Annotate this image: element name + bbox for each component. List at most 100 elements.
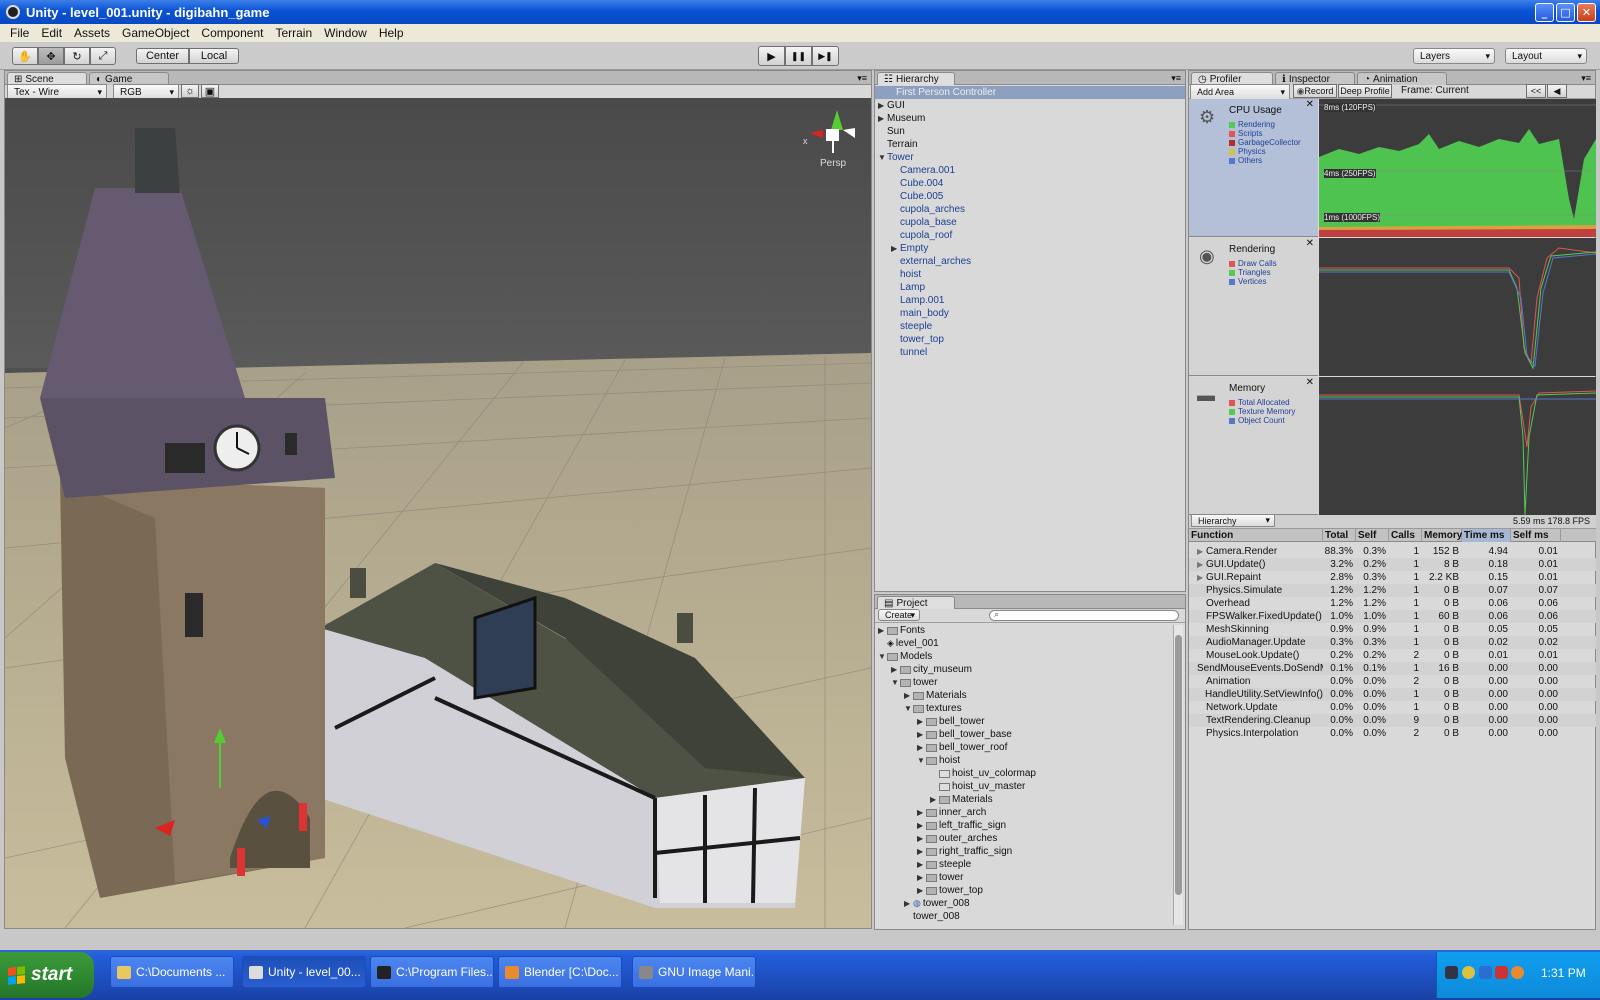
expanded-arrow-icon[interactable]: ▼	[891, 678, 900, 687]
profiler-row[interactable]: Animation0.0%0.0%20 B0.000.00	[1189, 675, 1596, 688]
hierarchy-item[interactable]: Lamp.001	[891, 294, 944, 307]
col-calls[interactable]: Calls	[1389, 529, 1422, 542]
rendering-graph[interactable]	[1319, 238, 1596, 376]
create-dropdown[interactable]: Create	[878, 609, 920, 621]
profiler-row[interactable]: ▶Camera.Render88.3%0.3%1152 B4.940.01	[1189, 545, 1596, 558]
collapsed-arrow-icon[interactable]: ▶	[917, 834, 926, 843]
taskbar-button[interactable]: GNU Image Mani...	[632, 956, 756, 988]
menu-window[interactable]: Window	[318, 26, 373, 40]
project-item[interactable]: ▶bell_tower_roof	[917, 741, 1007, 754]
project-item[interactable]: ▼textures	[904, 702, 962, 715]
collapsed-arrow-icon[interactable]: ▶	[904, 691, 913, 700]
col-self-ms[interactable]: Self ms	[1511, 529, 1561, 542]
collapsed-arrow-icon[interactable]: ▶	[917, 886, 926, 895]
close-rendering-area-icon[interactable]: ✕	[1306, 238, 1314, 249]
collapsed-arrow-icon[interactable]: ▶	[878, 114, 887, 123]
collapsed-arrow-icon[interactable]: ▶	[878, 626, 887, 635]
project-item[interactable]: tower_008	[904, 910, 960, 923]
scene-viewport[interactable]: Persp x	[5, 98, 871, 928]
legend-object-count[interactable]: Object Count	[1238, 416, 1285, 425]
hierarchy-item[interactable]: hoist	[891, 268, 921, 281]
project-item[interactable]: ▶Materials	[904, 689, 967, 702]
project-item[interactable]: ▶left_traffic_sign	[917, 819, 1006, 832]
legend-triangles[interactable]: Triangles	[1238, 268, 1271, 277]
hierarchy-item[interactable]: ▶GUI	[878, 99, 905, 112]
collapsed-arrow-icon[interactable]: ▶	[1197, 560, 1206, 569]
collapsed-arrow-icon[interactable]: ▶	[917, 873, 926, 882]
profiler-row[interactable]: AudioManager.Update0.3%0.3%10 B0.020.02	[1189, 636, 1596, 649]
hand-tool-button[interactable]: ✋	[12, 47, 38, 65]
hierarchy-item[interactable]: Cube.004	[891, 177, 943, 190]
collapsed-arrow-icon[interactable]: ▶	[878, 101, 887, 110]
maximize-button[interactable]: □	[1556, 3, 1575, 22]
menu-file[interactable]: File	[4, 26, 35, 40]
collapsed-arrow-icon[interactable]: ▶	[1197, 573, 1206, 582]
view-mode-dropdown[interactable]: Hierarchy	[1191, 514, 1275, 527]
menu-edit[interactable]: Edit	[35, 26, 68, 40]
tab-hierarchy[interactable]: ☷Hierarchy	[877, 72, 955, 85]
hierarchy-item[interactable]: external_arches	[891, 255, 971, 268]
collapsed-arrow-icon[interactable]: ▶	[930, 795, 939, 804]
taskbar-button[interactable]: C:\Program Files...	[370, 956, 494, 988]
lighting-toggle[interactable]: ☼	[181, 84, 199, 98]
profiler-row[interactable]: ▶GUI.Update()3.2%0.2%18 B0.180.01	[1189, 558, 1596, 571]
expanded-arrow-icon[interactable]: ▼	[878, 652, 887, 661]
update-tray-icon[interactable]	[1511, 966, 1524, 979]
col-memory[interactable]: Memory	[1422, 529, 1462, 542]
legend-scripts[interactable]: Scripts	[1238, 129, 1262, 138]
taskbar-button[interactable]: Blender [C:\Doc...	[498, 956, 622, 988]
hierarchy-item[interactable]: Terrain	[878, 138, 918, 151]
collapsed-arrow-icon[interactable]: ▶	[917, 821, 926, 830]
project-item[interactable]: ▶Fonts	[878, 624, 925, 637]
project-item[interactable]: ▶tower	[917, 871, 963, 884]
project-search-input[interactable]: ⌕	[989, 610, 1179, 621]
project-item[interactable]: ▶bell_tower	[917, 715, 985, 728]
hierarchy-item[interactable]: Lamp	[891, 281, 925, 294]
rendering-area[interactable]: ◉ Rendering ✕ Draw Calls Triangles Verti…	[1189, 238, 1318, 376]
hierarchy-item[interactable]: ▼Tower	[878, 151, 914, 164]
network-tray-icon[interactable]	[1462, 966, 1475, 979]
hierarchy-item[interactable]: ▶Museum	[878, 112, 925, 125]
profiler-row[interactable]: MeshSkinning0.9%0.9%10 B0.050.05	[1189, 623, 1596, 636]
profiler-row[interactable]: TextRendering.Cleanup0.0%0.0%90 B0.000.0…	[1189, 714, 1596, 727]
profiler-row[interactable]: FPSWalker.FixedUpdate()1.0%1.0%160 B0.06…	[1189, 610, 1596, 623]
menu-component[interactable]: Component	[195, 26, 269, 40]
legend-texture-memory[interactable]: Texture Memory	[1238, 407, 1295, 416]
profiler-row[interactable]: SendMouseEvents.DoSendMouseEvents0.1%0.1…	[1189, 662, 1596, 675]
legend-rendering[interactable]: Rendering	[1238, 120, 1275, 129]
scrollbar-thumb[interactable]	[1175, 635, 1182, 895]
project-item[interactable]: ▶right_traffic_sign	[917, 845, 1012, 858]
collapsed-arrow-icon[interactable]: ▶	[891, 244, 900, 253]
hierarchy-item[interactable]: Cube.005	[891, 190, 943, 203]
profiler-row[interactable]: Physics.Simulate1.2%1.2%10 B0.070.07	[1189, 584, 1596, 597]
collapsed-arrow-icon[interactable]: ▶	[917, 847, 926, 856]
collapsed-arrow-icon[interactable]: ▶	[917, 730, 926, 739]
collapsed-arrow-icon[interactable]: ▶	[917, 743, 926, 752]
col-self[interactable]: Self	[1356, 529, 1389, 542]
project-item[interactable]: ◈level_001	[878, 637, 939, 650]
project-item[interactable]: ▶◍tower_008	[904, 897, 970, 910]
expanded-arrow-icon[interactable]: ▼	[917, 756, 926, 765]
play-button[interactable]: ▶	[758, 46, 785, 66]
deep-profile-button[interactable]: Deep Profile	[1338, 84, 1392, 98]
scale-tool-button[interactable]: ⤢	[90, 47, 116, 65]
steam-tray-icon[interactable]	[1445, 966, 1458, 979]
project-item[interactable]: ▼tower	[891, 676, 937, 689]
hierarchy-menu-icon[interactable]: ▾≡	[1171, 73, 1181, 84]
col-function[interactable]: Function	[1189, 529, 1323, 542]
project-item[interactable]: ▶Materials	[930, 793, 993, 806]
start-button[interactable]: start	[0, 952, 94, 998]
menu-assets[interactable]: Assets	[68, 26, 116, 40]
legend-draw-calls[interactable]: Draw Calls	[1238, 259, 1277, 268]
profiler-row[interactable]: Overhead1.2%1.2%10 B0.060.06	[1189, 597, 1596, 610]
hierarchy-item[interactable]: First Person Controller	[875, 86, 1185, 99]
collapsed-arrow-icon[interactable]: ▶	[891, 665, 900, 674]
close-button[interactable]: ✕	[1577, 3, 1596, 22]
hierarchy-item[interactable]: main_body	[891, 307, 949, 320]
legend-others[interactable]: Others	[1238, 156, 1262, 165]
tab-project[interactable]: ▤Project	[877, 596, 955, 609]
collapsed-arrow-icon[interactable]: ▶	[917, 717, 926, 726]
legend-total-allocated[interactable]: Total Allocated	[1238, 398, 1290, 407]
project-item[interactable]: ▶inner_arch	[917, 806, 986, 819]
layout-dropdown[interactable]: Layout	[1505, 48, 1587, 64]
